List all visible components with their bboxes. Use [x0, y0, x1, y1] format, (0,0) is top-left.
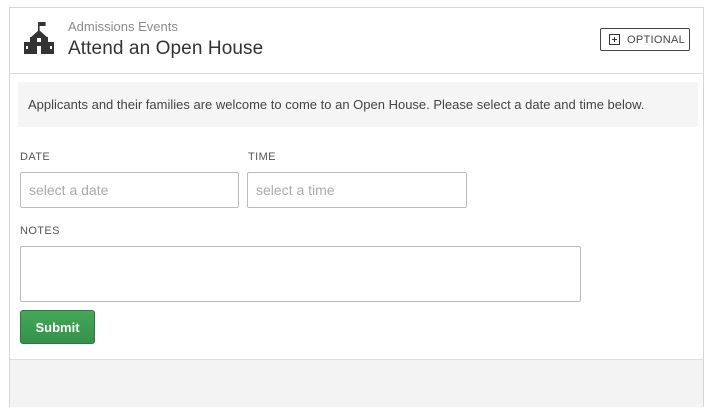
optional-badge: OPTIONAL	[600, 28, 690, 51]
time-label: TIME	[248, 151, 276, 163]
card-header: Admissions Events Attend an Open House O…	[10, 8, 703, 74]
intro-text: Applicants and their families are welcom…	[18, 82, 698, 127]
optional-badge-label: OPTIONAL	[627, 33, 686, 46]
notes-textarea[interactable]	[20, 246, 581, 302]
card-footer	[10, 359, 703, 407]
plus-box-icon	[609, 34, 620, 45]
time-input[interactable]	[247, 172, 467, 208]
date-label: DATE	[20, 151, 51, 163]
card-title: Attend an Open House	[68, 38, 264, 59]
open-house-card: Admissions Events Attend an Open House O…	[9, 7, 704, 407]
date-input[interactable]	[20, 172, 239, 208]
school-building-icon	[24, 22, 54, 54]
card-subtitle: Admissions Events	[68, 19, 178, 34]
submit-button[interactable]: Submit	[20, 310, 95, 344]
notes-label: NOTES	[20, 225, 60, 237]
